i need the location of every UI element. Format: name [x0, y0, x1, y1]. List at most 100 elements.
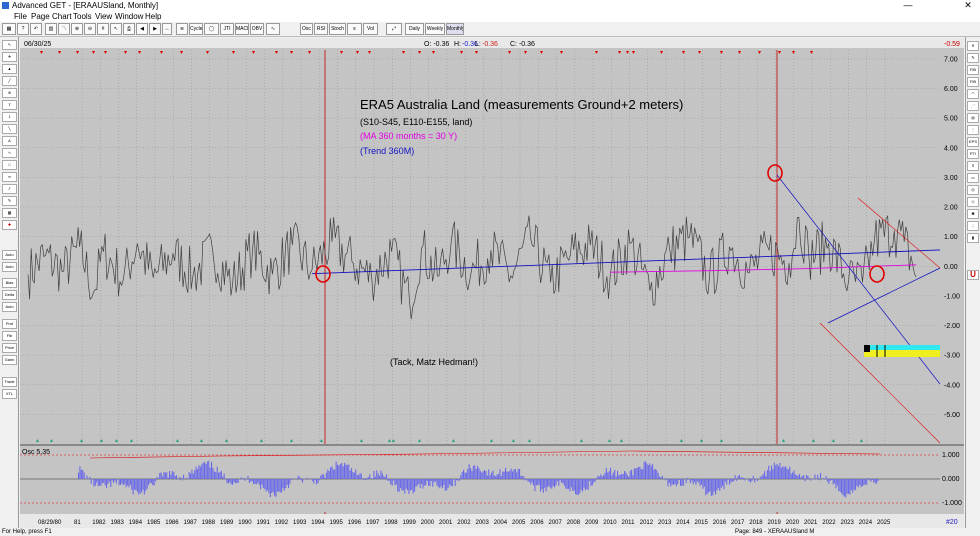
close-button[interactable]: ✕ — [958, 0, 978, 11]
osc-bar — [121, 479, 123, 484]
monthly-button[interactable]: Monthly — [446, 23, 464, 35]
print-icon[interactable]: ⎙ — [123, 23, 135, 35]
auto-fib-button[interactable]: Auto Fib — [2, 302, 17, 312]
auto-gann-button[interactable]: Auto Gann — [2, 250, 17, 260]
target-icon[interactable]: ◎ — [967, 185, 979, 195]
osc-bar — [533, 479, 535, 486]
fib-button[interactable]: FIB — [967, 65, 979, 75]
pitchfork-icon[interactable]: ⋔ — [2, 88, 17, 98]
speed-lines-icon[interactable]: ⫽ — [2, 184, 17, 194]
trade-profile-button[interactable]: Trade Profile — [2, 377, 17, 387]
down-arrow-icon[interactable]: ⇩ — [2, 112, 17, 122]
ruler-icon[interactable]: ═ — [2, 172, 17, 182]
menu-help[interactable]: Help — [145, 11, 161, 22]
up-arrow-icon[interactable]: ⇧ — [2, 100, 17, 110]
daily-button[interactable]: Daily — [405, 23, 424, 35]
time-zone-icon[interactable]: ⋮ — [967, 125, 979, 135]
osc-bar — [876, 479, 878, 484]
gann-fan-button[interactable]: Gann Fan — [2, 355, 17, 365]
jti-button[interactable]: JTI — [220, 23, 234, 35]
osc-bar — [740, 477, 742, 479]
bars-icon[interactable]: ▮ — [967, 233, 979, 243]
cycle-icon[interactable]: ∿ — [2, 148, 17, 158]
price-chart-button[interactable]: Price Chart — [2, 343, 17, 353]
vol-button[interactable]: Vol — [363, 23, 378, 35]
star-icon[interactable]: ✱ — [967, 209, 979, 219]
bias-button[interactable]: Bias — [2, 278, 17, 288]
menu-page[interactable]: Page — [31, 11, 50, 22]
close-panel-icon[interactable]: ✕ — [967, 41, 979, 51]
osc-bar — [435, 479, 437, 482]
bar-chart-icon[interactable]: ▥ — [45, 23, 57, 35]
osc-bar — [358, 475, 360, 479]
osc-bar — [870, 479, 872, 482]
zoom-in-icon[interactable]: ⊕ — [71, 23, 83, 35]
minimize-button[interactable]: — — [898, 0, 918, 11]
zoom-out-icon[interactable]: ⊖ — [84, 23, 96, 35]
diamond-icon[interactable]: ◇ — [967, 197, 979, 207]
delta-button[interactable]: Delta — [2, 290, 17, 300]
menu-file[interactable]: File — [14, 11, 27, 22]
osc-bar — [205, 464, 207, 479]
price-chart[interactable]: 06/30/25 O: -0.36 H: -0.36 L: -0.36 C: -… — [20, 38, 964, 528]
prof-button[interactable]: Prof — [2, 319, 17, 329]
compress-icon[interactable]: ↔ — [162, 23, 172, 35]
menu-chart[interactable]: Chart — [52, 11, 72, 22]
square-icon[interactable]: □ — [2, 160, 17, 170]
grid-tool-icon[interactable]: ▦ — [2, 208, 17, 218]
dots-icon[interactable]: ∴ — [967, 221, 979, 231]
osc-button[interactable]: Osc — [300, 23, 313, 35]
wave-count-icon[interactable]: ▲ — [2, 64, 17, 74]
osc-bar — [388, 479, 390, 481]
trendline-icon[interactable]: ╲ — [2, 124, 17, 134]
osc-bar — [457, 479, 459, 481]
menu-window[interactable]: Window — [115, 11, 143, 22]
xtl-button[interactable]: XTL — [2, 389, 17, 399]
obv-button[interactable]: OBV — [250, 23, 264, 35]
eraser-icon[interactable]: ✎ — [2, 196, 17, 206]
undo-icon[interactable]: ↶ — [30, 23, 42, 35]
rsi-button[interactable]: RSI — [314, 23, 328, 35]
new-chart-icon[interactable]: ▦ — [2, 23, 16, 35]
line-chart-icon[interactable]: 〽 — [58, 23, 70, 35]
scroll-left-icon[interactable]: ◀ — [136, 23, 148, 35]
pointer-icon[interactable]: ↖ — [2, 40, 17, 50]
wave-icon[interactable]: ∿ — [266, 23, 280, 35]
expand-icon[interactable]: ⤢ — [386, 23, 402, 35]
osc-bar — [514, 469, 516, 479]
menu-tools[interactable]: Tools — [73, 11, 92, 22]
scroll-right-icon[interactable]: ▶ — [149, 23, 161, 35]
menu-view[interactable]: View — [95, 11, 112, 22]
pen-icon[interactable]: ✎ — [967, 53, 979, 63]
fib-time-button[interactable]: Fib Time — [2, 331, 17, 341]
help-icon[interactable]: ? — [17, 23, 29, 35]
u-button[interactable]: U — [967, 270, 979, 280]
text-icon[interactable]: A — [2, 136, 17, 146]
cycles-button[interactable]: Cycles — [189, 23, 203, 35]
channel-icon[interactable]: ╱ — [2, 76, 17, 86]
fib-ext-button[interactable]: FIB EXT — [967, 77, 979, 87]
osc-bar — [440, 479, 442, 487]
pti-button[interactable]: PTI — [967, 149, 979, 159]
ellipse-icon[interactable]: ◯ — [204, 23, 219, 35]
cursor-icon[interactable]: ↖ — [110, 23, 122, 35]
arc-icon[interactable]: ◠ — [967, 89, 979, 99]
spiral-icon[interactable]: @ — [967, 113, 979, 123]
fan-icon[interactable]: ⋰ — [967, 101, 979, 111]
osc-bar — [204, 462, 206, 479]
stoch-button[interactable]: Stoch — [329, 23, 346, 35]
study-icon[interactable]: ≋ — [176, 23, 188, 35]
crosshair-icon[interactable]: ✛ — [2, 52, 17, 62]
plus-icon[interactable]: ✚ — [2, 220, 17, 230]
osc-bar — [695, 479, 697, 485]
osc-bar — [321, 474, 323, 479]
osc-bar — [124, 479, 126, 484]
grid-icon[interactable]: # — [97, 23, 109, 35]
macd-button[interactable]: MACD — [235, 23, 249, 35]
eps-button[interactable]: EPS — [967, 137, 979, 147]
weekly-button[interactable]: Weekly — [425, 23, 445, 35]
box-icon[interactable]: ▭ — [967, 173, 979, 183]
dmi-icon[interactable]: ≡ — [347, 23, 362, 35]
range-icon[interactable]: ⇕ — [967, 161, 979, 171]
auto-trend-button[interactable]: Auto Trend — [2, 262, 17, 272]
